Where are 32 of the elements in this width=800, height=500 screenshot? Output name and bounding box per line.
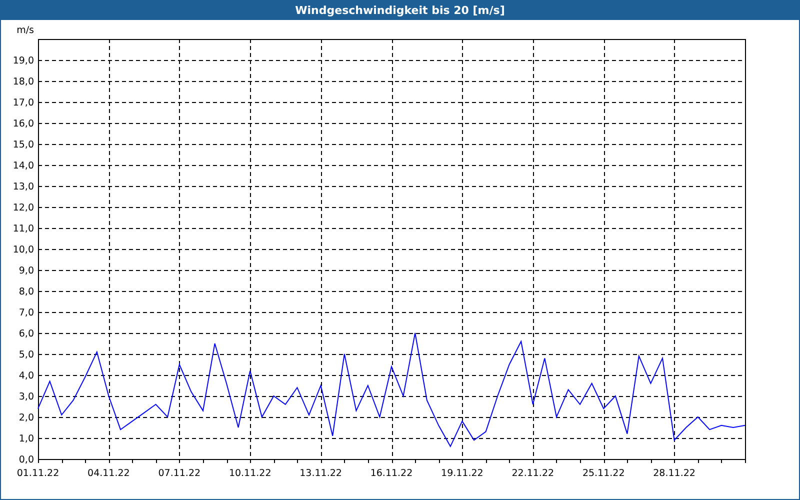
axis-tick-label: 5,0 [18,350,34,360]
axis-tick-label: 10,0 [12,244,34,256]
axis-tick-label: 19,0 [12,56,34,66]
axis-tick-label: 16,0 [12,118,34,130]
axis-tick-label: 2,0 [18,412,34,424]
axis-tick-label: 04.11.22 [88,468,130,479]
axis-tick-label: 10.11.22 [228,468,272,479]
axis-tick-label: 6,0 [18,328,34,340]
axis-tick-label: 1,0 [18,434,34,444]
axis-tick-label: 22.11.22 [512,468,554,479]
axis-tick-label: 12,0 [12,202,34,214]
axis-tick-label: 9,0 [18,266,34,276]
axis-tick-label: 8,0 [18,286,34,298]
axis-tick-label: 17,0 [12,98,34,108]
axis-tick-label: 0,0 [18,454,34,466]
axis-tick-label: 18,0 [12,76,34,88]
axis-tick-label: 3,0 [18,392,34,402]
axis-tick-label: 07.11.22 [158,468,201,479]
axis-unit-label: m/s [16,25,34,36]
axis-tick-label: 14,0 [12,160,34,172]
axis-tick-label: 11,0 [12,224,34,234]
axis-tick-label: 13,0 [12,182,34,192]
axis-tick-label: 7,0 [18,308,34,318]
window-title: Windgeschwindigkeit bis 20 [m/s] [1,0,799,20]
axis-tick-label: 13.11.22 [300,468,342,479]
axis-tick-label: 19.11.22 [441,468,484,479]
axis-tick-label: 16.11.22 [370,468,413,479]
axis-tick-label: 4,0 [18,370,34,382]
axis-tick-label: 25.11.22 [582,468,625,479]
axis-tick-label: 15,0 [12,140,34,150]
axis-tick-label: 28.11.22 [653,468,696,479]
axis-tick-label: 01.11.22 [16,468,60,479]
